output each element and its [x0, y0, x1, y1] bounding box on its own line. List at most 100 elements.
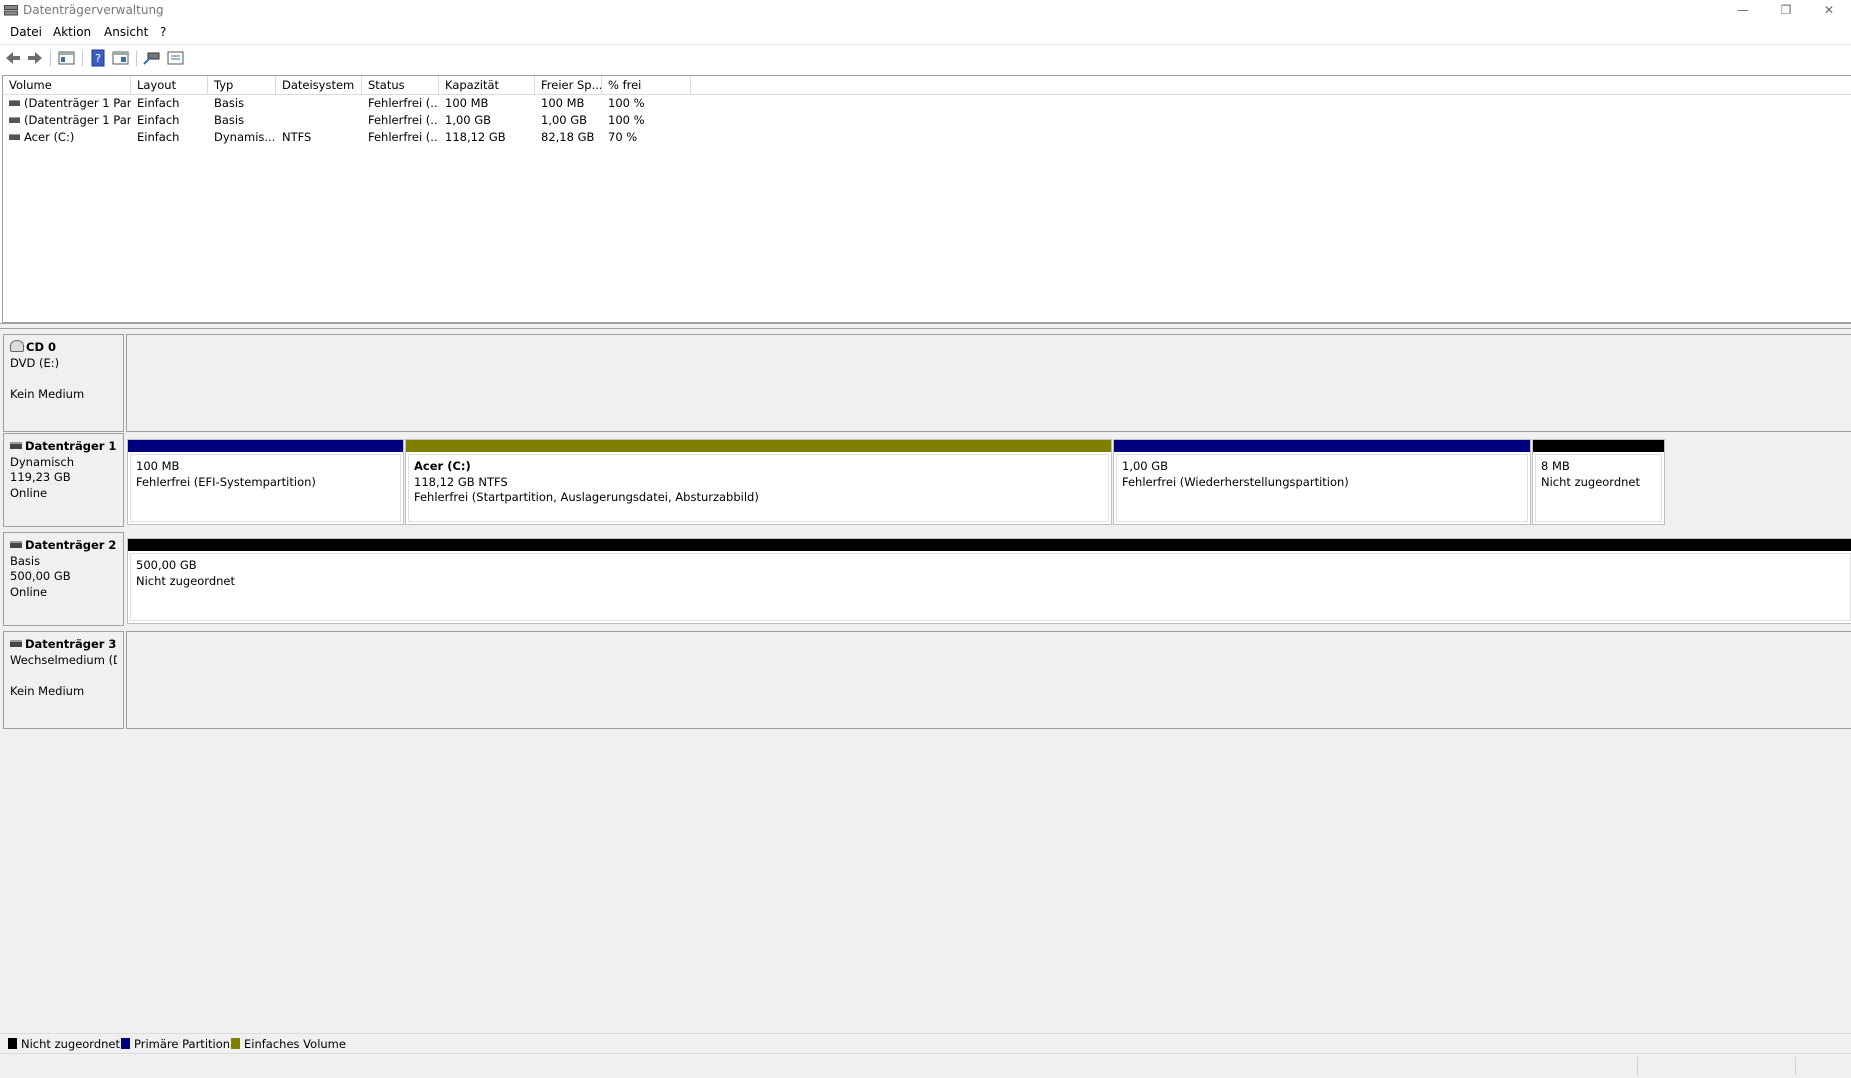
cell-freier-speicher: 82,18 GB	[541, 130, 595, 144]
partition-color-bar	[1114, 440, 1530, 452]
legend-swatch	[231, 1038, 240, 1049]
cell-dateisystem	[276, 95, 362, 112]
legend-label: Einfaches Volume	[244, 1037, 346, 1051]
status-bar	[0, 1053, 1851, 1078]
disk-label-cd0[interactable]: CD 0 DVD (E:) Kein Medium	[3, 334, 124, 432]
disk-label-disk1[interactable]: Datenträger 1 Dynamisch 119,23 GB Online	[3, 433, 124, 527]
disk-info-line: Dynamisch	[10, 454, 74, 469]
volume-row[interactable]: Acer (C:) Einfach Dynamis... NTFS Fehler…	[3, 129, 1851, 146]
partition-size: 118,12 GB NTFS	[414, 474, 508, 489]
cell-volume: Acer (C:)	[3, 129, 131, 146]
disk-info-line: Wechselmedium (D:	[10, 652, 117, 667]
menu-ansicht[interactable]: Ansicht	[104, 25, 148, 39]
legend-label: Primäre Partition	[134, 1037, 231, 1051]
partition-size: 1,00 GB	[1122, 459, 1169, 473]
partition-unallocated[interactable]: 8 MB Nicht zugeordnet	[1532, 439, 1665, 525]
partition-recovery[interactable]: 1,00 GB Fehlerfrei (Wiederherstellungspa…	[1113, 439, 1531, 525]
toolbar-separator	[82, 51, 83, 66]
disk-area-disk2: 500,00 GB Nicht zugeordnet	[126, 532, 1851, 626]
disk-label-disk2[interactable]: Datenträger 2 Basis 500,00 GB Online	[3, 532, 124, 626]
volume-list: Volume Layout Typ Dateisystem Status Kap…	[2, 75, 1851, 323]
cell-status: Fehlerfrei (...	[368, 96, 439, 110]
disk-info-line	[10, 668, 117, 684]
properties-pane-icon[interactable]	[111, 49, 131, 67]
partition-status: Fehlerfrei (Wiederherstellungspartition)	[1122, 474, 1349, 489]
svg-text:?: ?	[95, 52, 101, 65]
partition-status: Fehlerfrei (EFI-Systempartition)	[136, 474, 316, 489]
column-header-typ[interactable]: Typ	[208, 76, 276, 94]
toolbar: ?	[0, 44, 1851, 72]
menu-help[interactable]: ?	[160, 25, 166, 39]
partition-efi[interactable]: 100 MB Fehlerfrei (EFI-Systempartition)	[127, 439, 404, 525]
help-icon[interactable]: ?	[88, 49, 108, 67]
legend-item-simple-volume: Einfaches Volume	[231, 1037, 346, 1051]
partition-size: 8 MB	[1541, 459, 1570, 473]
partition-color-bar	[128, 539, 1851, 551]
cell-status: Fehlerfrei (...	[368, 130, 439, 144]
menu-bar: Datei Aktion Ansicht ?	[0, 22, 1851, 44]
disk-name: Datenträger 3	[25, 637, 117, 651]
close-button[interactable]: ✕	[1806, 0, 1851, 22]
partition-status: Nicht zugeordnet	[136, 573, 236, 588]
partition-body: 500,00 GB Nicht zugeordnet	[130, 553, 1851, 621]
console-tree-icon[interactable]	[57, 49, 77, 67]
status-separator	[1795, 1057, 1796, 1075]
legend-swatch	[121, 1038, 130, 1049]
volume-name: (Datenträger 1 Par...	[24, 113, 131, 127]
menu-aktion[interactable]: Aktion	[53, 25, 91, 39]
restore-button[interactable]: ❐	[1763, 0, 1809, 22]
disk-label-disk3[interactable]: Datenträger 3 Wechselmedium (D: Kein Med…	[3, 631, 124, 729]
legend: Nicht zugeordnet Primäre Partition Einfa…	[0, 1033, 1851, 1054]
legend-label: Nicht zugeordnet	[21, 1037, 121, 1051]
partition-unallocated[interactable]: 500,00 GB Nicht zugeordnet	[127, 538, 1851, 624]
column-header-prozent-frei[interactable]: % frei	[602, 76, 691, 94]
cell-freier-speicher: 100 MB	[541, 96, 585, 110]
volume-row[interactable]: (Datenträger 1 Par... Einfach Basis Fehl…	[3, 95, 1851, 112]
forward-arrow-icon[interactable]	[25, 49, 45, 67]
cd-drive-icon	[10, 339, 24, 352]
cell-status: Fehlerfrei (...	[368, 113, 439, 127]
cell-freier-speicher: 1,00 GB	[541, 113, 588, 127]
partition-color-bar	[1533, 440, 1664, 452]
cell-volume: (Datenträger 1 Par...	[3, 95, 131, 112]
column-header-kapazitaet[interactable]: Kapazität	[439, 76, 535, 94]
partition-acer-c[interactable]: Acer (C:) 118,12 GB NTFS Fehlerfrei (Sta…	[405, 439, 1112, 525]
column-header-status[interactable]: Status	[362, 76, 439, 94]
volume-name: Acer (C:)	[24, 130, 75, 144]
disk-info-line: Kein Medium	[10, 386, 85, 401]
cell-prozent-frei: 70 %	[608, 130, 638, 144]
back-arrow-icon[interactable]	[3, 49, 23, 67]
window-title: Datenträgerverwaltung	[23, 3, 164, 17]
cell-kapazitaet: 118,12 GB	[445, 130, 506, 144]
cell-typ: Basis	[214, 113, 245, 127]
connect-icon[interactable]	[142, 49, 162, 67]
disk-name: CD 0	[26, 340, 56, 354]
cell-dateisystem: NTFS	[282, 130, 312, 144]
column-header-layout[interactable]: Layout	[131, 76, 208, 94]
partition-size: 500,00 GB	[136, 558, 197, 572]
cell-layout: Einfach	[137, 130, 180, 144]
volume-row[interactable]: (Datenträger 1 Par... Einfach Basis Fehl…	[3, 112, 1851, 129]
volume-name: (Datenträger 1 Par...	[24, 96, 131, 110]
disk-info-line: Online	[10, 584, 48, 599]
disk-area-disk1: 100 MB Fehlerfrei (EFI-Systempartition) …	[126, 433, 1666, 527]
disk-info-line: Kein Medium	[10, 683, 85, 698]
partition-size: 100 MB	[136, 459, 180, 473]
partition-body: Acer (C:) 118,12 GB NTFS Fehlerfrei (Sta…	[408, 454, 1109, 522]
toolbar-separator	[50, 51, 51, 66]
menu-datei[interactable]: Datei	[10, 25, 42, 39]
cell-layout: Einfach	[137, 96, 180, 110]
disk-info-line: Online	[10, 485, 48, 500]
disk-area-disk3	[126, 631, 1851, 729]
partition-body: 100 MB Fehlerfrei (EFI-Systempartition)	[130, 454, 401, 522]
column-header-freier-speicher[interactable]: Freier Sp...	[535, 76, 602, 94]
disk-info-line	[10, 371, 117, 387]
properties-icon[interactable]	[166, 49, 186, 67]
cell-layout: Einfach	[137, 113, 180, 127]
title-bar: Datenträgerverwaltung — ❐ ✕	[0, 0, 1851, 22]
column-header-dateisystem[interactable]: Dateisystem	[276, 76, 362, 94]
volume-icon	[9, 133, 20, 140]
column-header-volume[interactable]: Volume	[3, 76, 131, 94]
minimize-button[interactable]: —	[1720, 0, 1766, 22]
disk-info-line: 119,23 GB	[10, 470, 71, 484]
